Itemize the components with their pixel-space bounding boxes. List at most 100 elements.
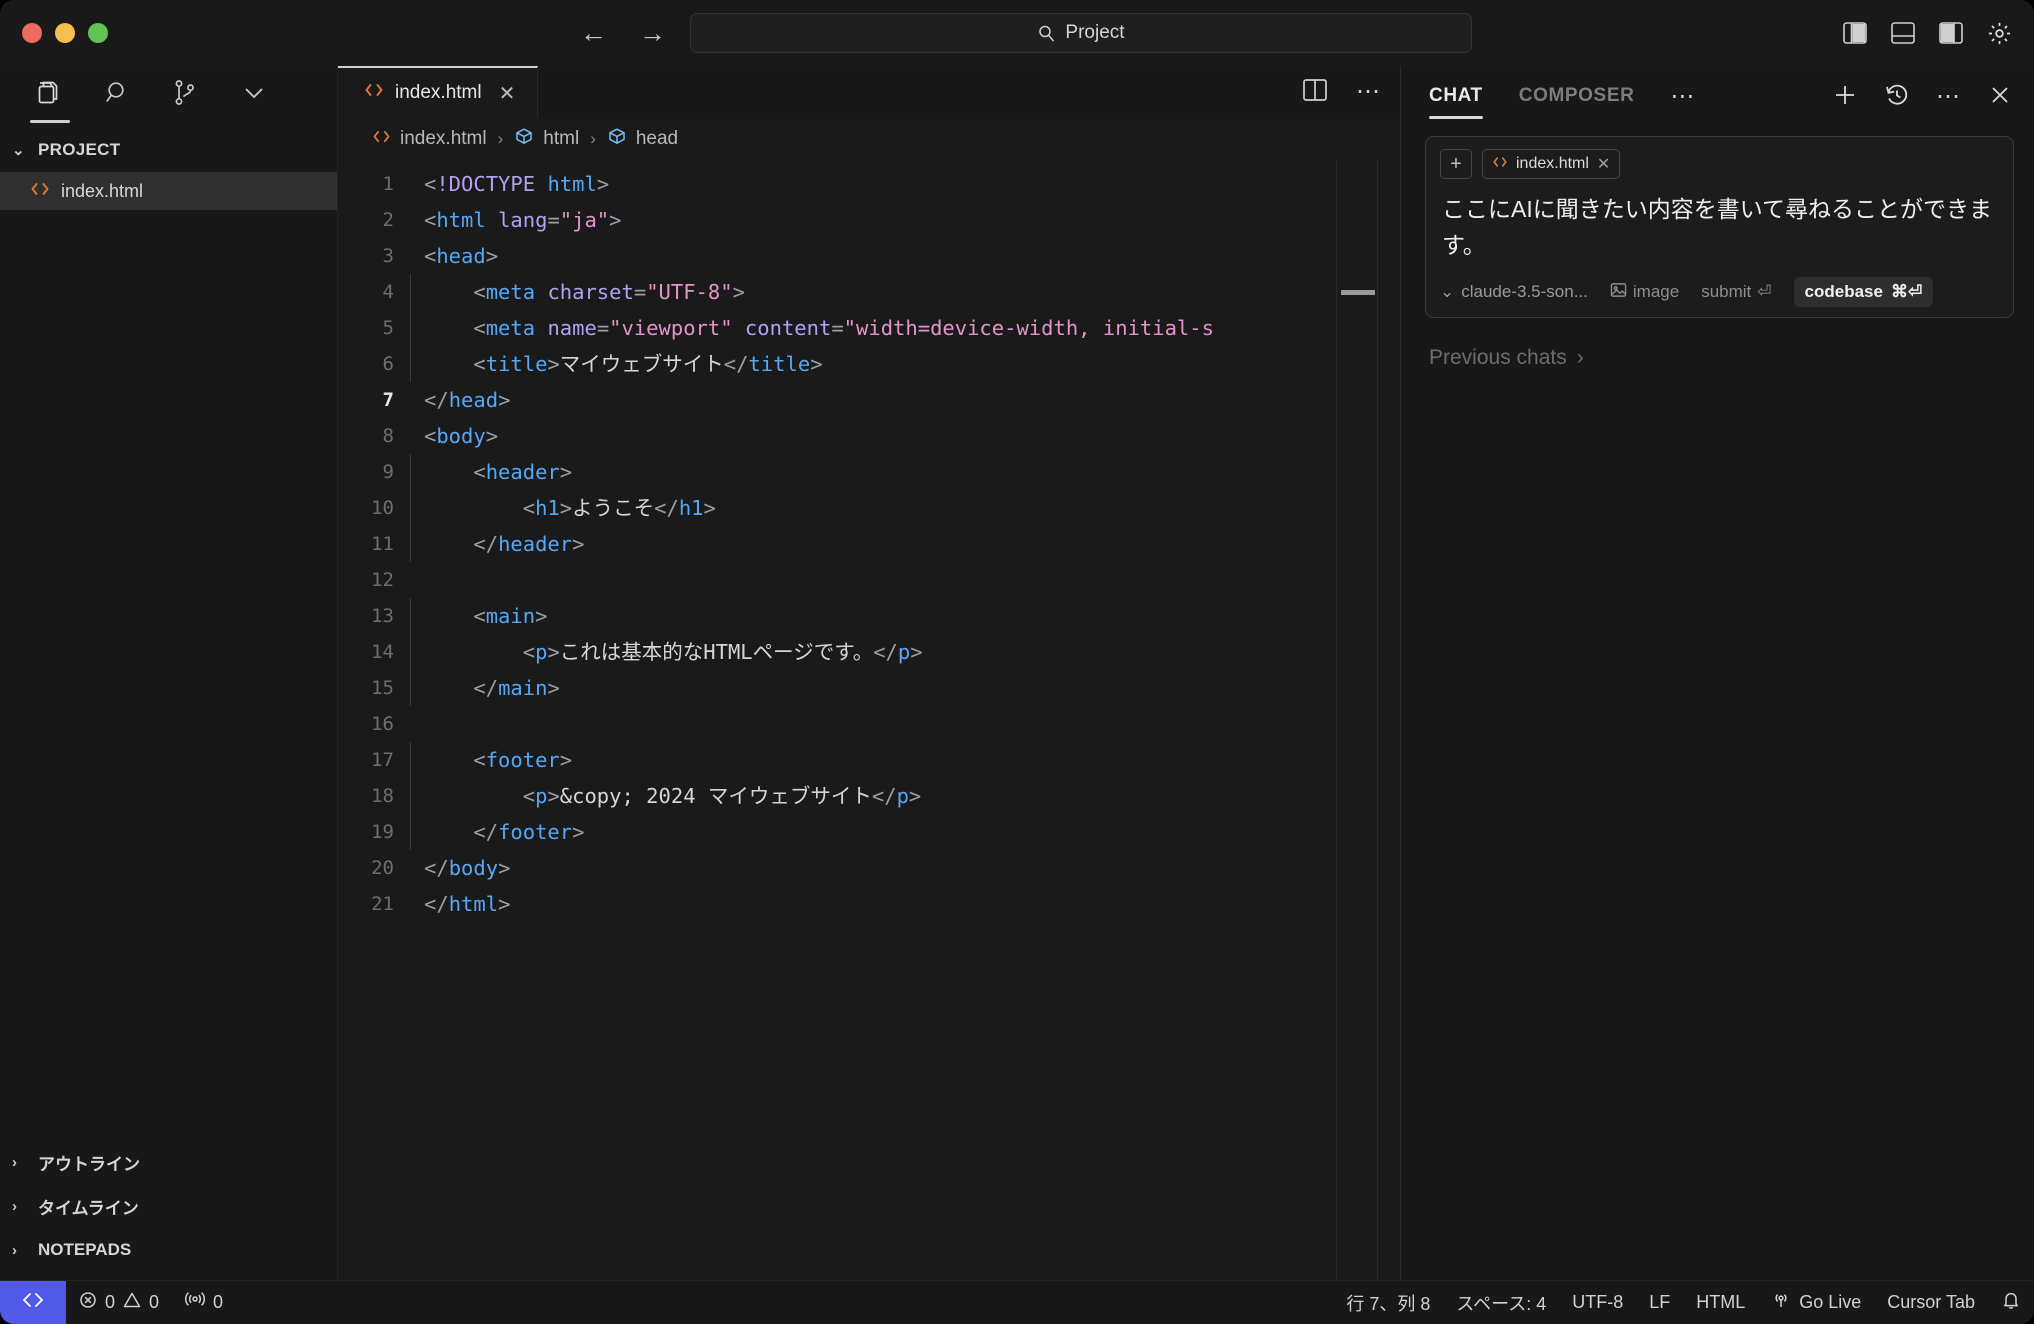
code-line[interactable]: 8 <body> xyxy=(338,418,1400,454)
line-content[interactable]: <p>&copy; 2024 マイウェブサイト</p> xyxy=(410,778,921,814)
add-context-button[interactable]: + xyxy=(1440,149,1472,179)
close-icon[interactable] xyxy=(1988,83,2012,112)
line-content[interactable]: <header> xyxy=(410,454,572,490)
minimize-window-button[interactable] xyxy=(55,23,75,43)
status-encoding[interactable]: UTF-8 xyxy=(1559,1292,1636,1313)
code-line[interactable]: 13 <main> xyxy=(338,598,1400,634)
code-line[interactable]: 2 <html lang="ja"> xyxy=(338,202,1400,238)
go-forward-icon[interactable]: → xyxy=(639,19,666,47)
history-icon[interactable] xyxy=(1884,82,1910,113)
status-go-live[interactable]: Go Live xyxy=(1758,1290,1874,1315)
explorer-file-index-html[interactable]: index.html xyxy=(0,172,337,210)
code-token-tag: main xyxy=(498,676,548,700)
sidebar-item-notepads[interactable]: › NOTEPADS xyxy=(0,1228,337,1272)
line-content[interactable]: <main> xyxy=(410,598,547,634)
toggle-primary-sidebar-icon[interactable] xyxy=(1842,20,1868,46)
code-line[interactable]: 12 xyxy=(338,562,1400,598)
breadcrumb-item-head[interactable]: head xyxy=(636,128,678,150)
chat-tabs-more-icon[interactable]: ⋯ xyxy=(1670,85,1696,109)
tab-composer[interactable]: COMPOSER xyxy=(1519,85,1635,110)
line-content[interactable]: <body> xyxy=(410,418,498,454)
line-content[interactable]: <meta charset="UTF-8"> xyxy=(410,274,745,310)
status-problems[interactable]: 0 0 xyxy=(66,1281,172,1324)
line-content[interactable]: </main> xyxy=(410,670,560,706)
code-editor[interactable]: 1 <!DOCTYPE html> 2 <html lang="ja"> 3 <head>… xyxy=(338,160,1400,1280)
close-icon[interactable]: ✕ xyxy=(1597,154,1610,174)
tab-chat[interactable]: CHAT xyxy=(1429,85,1483,119)
previous-chats-button[interactable]: Previous chats › xyxy=(1401,318,2034,370)
line-content[interactable]: <!DOCTYPE html> xyxy=(410,166,609,202)
status-cursor-position[interactable]: 行 7、列 8 xyxy=(1333,1290,1443,1316)
activity-source-control-button[interactable] xyxy=(170,77,202,117)
code-line[interactable]: 5 <meta name="viewport" content="width=d… xyxy=(338,310,1400,346)
line-content[interactable]: <head> xyxy=(410,238,498,274)
chat-more-actions-icon[interactable]: ⋯ xyxy=(1936,85,1962,109)
line-content[interactable]: <meta name="viewport" content="width=dev… xyxy=(410,310,1214,346)
sidebar-item-timeline[interactable]: › タイムライン xyxy=(0,1184,337,1228)
sidebar-item-outline[interactable]: › アウトライン xyxy=(0,1140,337,1184)
code-line[interactable]: 15 </main> xyxy=(338,670,1400,706)
chat-input-box[interactable]: + index.html ✕ ここにAIに聞きたい内容を書いて尋ねることができま… xyxy=(1425,136,2014,318)
code-line[interactable]: 21 </html> xyxy=(338,886,1400,922)
model-selector[interactable]: ⌄ claude-3.5-son... xyxy=(1440,282,1588,302)
chat-message-text[interactable]: ここにAIに聞きたい内容を書いて尋ねることができます。 xyxy=(1440,189,1999,277)
line-content[interactable]: </html> xyxy=(410,886,510,922)
code-line[interactable]: 10 <h1>ようこそ</h1> xyxy=(338,490,1400,526)
attach-image-button[interactable]: image xyxy=(1610,282,1679,303)
context-chip-index-html[interactable]: index.html ✕ xyxy=(1482,149,1621,179)
status-notifications[interactable] xyxy=(1988,1290,2034,1315)
code-line[interactable]: 16 xyxy=(338,706,1400,742)
code-line[interactable]: 20 </body> xyxy=(338,850,1400,886)
editor-minimap[interactable] xyxy=(1336,160,1378,1280)
submit-button[interactable]: submit ⏎ xyxy=(1701,282,1771,302)
command-search-input[interactable]: Project xyxy=(690,13,1472,53)
line-content[interactable]: <footer> xyxy=(410,742,572,778)
editor-tab-index-html[interactable]: index.html ✕ xyxy=(338,66,539,118)
activity-search-button[interactable] xyxy=(102,77,134,117)
status-ports[interactable]: 0 xyxy=(172,1281,236,1324)
code-line[interactable]: 6 <title>マイウェブサイト</title> xyxy=(338,346,1400,382)
code-line[interactable]: 14 <p>これは基本的なHTMLページです。</p> xyxy=(338,634,1400,670)
editor-more-actions-icon[interactable]: ⋯ xyxy=(1356,80,1382,104)
close-window-button[interactable] xyxy=(22,23,42,43)
explorer-project-header[interactable]: ⌄ PROJECT xyxy=(0,128,337,172)
line-content[interactable]: </body> xyxy=(410,850,510,886)
code-token-attr: content xyxy=(744,316,832,340)
split-editor-icon[interactable] xyxy=(1302,78,1328,107)
maximize-window-button[interactable] xyxy=(88,23,108,43)
status-cursor-tab[interactable]: Cursor Tab xyxy=(1874,1292,1988,1313)
activity-more-views-button[interactable] xyxy=(238,77,270,117)
activity-explorer-button[interactable] xyxy=(30,77,70,123)
breadcrumb-item-file[interactable]: index.html xyxy=(400,128,487,150)
line-content[interactable]: <p>これは基本的なHTMLページです。</p> xyxy=(410,634,923,670)
toggle-panel-icon[interactable] xyxy=(1890,20,1916,46)
breadcrumb-item-html[interactable]: html xyxy=(543,128,579,150)
code-lines[interactable]: 1 <!DOCTYPE html> 2 <html lang="ja"> 3 <head>… xyxy=(338,160,1400,922)
line-content[interactable]: <h1>ようこそ</h1> xyxy=(410,490,716,526)
line-content[interactable]: </footer> xyxy=(410,814,584,850)
status-eol[interactable]: LF xyxy=(1636,1292,1683,1313)
settings-gear-icon[interactable] xyxy=(1986,20,2012,46)
status-indentation[interactable]: スペース: 4 xyxy=(1443,1290,1559,1316)
minimap-slider[interactable] xyxy=(1341,290,1375,295)
close-icon[interactable]: ✕ xyxy=(499,81,516,106)
line-content[interactable]: <html lang="ja"> xyxy=(410,202,622,238)
code-line[interactable]: 7 </head> xyxy=(338,382,1400,418)
code-line[interactable]: 3 <head> xyxy=(338,238,1400,274)
line-content[interactable]: </head> xyxy=(410,382,510,418)
code-line[interactable]: 11 </header> xyxy=(338,526,1400,562)
code-line[interactable]: 18 <p>&copy; 2024 マイウェブサイト</p> xyxy=(338,778,1400,814)
code-line[interactable]: 17 <footer> xyxy=(338,742,1400,778)
code-line[interactable]: 1 <!DOCTYPE html> xyxy=(338,166,1400,202)
status-language-mode[interactable]: HTML xyxy=(1683,1292,1758,1313)
line-content[interactable]: </header> xyxy=(410,526,584,562)
code-line[interactable]: 19 </footer> xyxy=(338,814,1400,850)
new-chat-icon[interactable] xyxy=(1832,82,1858,113)
codebase-button[interactable]: codebase ⌘⏎ xyxy=(1793,277,1934,307)
code-line[interactable]: 4 <meta charset="UTF-8"> xyxy=(338,274,1400,310)
go-back-icon[interactable]: ← xyxy=(580,19,607,47)
toggle-secondary-sidebar-icon[interactable] xyxy=(1938,20,1964,46)
line-content[interactable]: <title>マイウェブサイト</title> xyxy=(410,346,823,382)
code-line[interactable]: 9 <header> xyxy=(338,454,1400,490)
remote-window-button[interactable] xyxy=(0,1281,66,1324)
